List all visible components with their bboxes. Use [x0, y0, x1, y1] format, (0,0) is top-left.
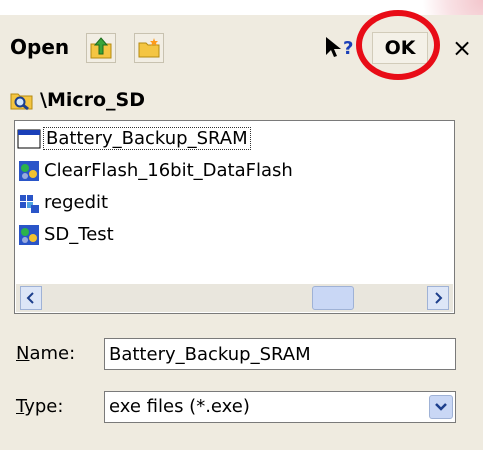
exe-app-icon [19, 160, 39, 181]
file-item-battery-backup-sram[interactable]: Battery_Backup_SRAM [17, 124, 251, 153]
svg-text:?: ? [343, 38, 353, 59]
type-label-text: ype: [24, 396, 64, 417]
file-type-value: exe files (*.exe) [109, 396, 250, 417]
type-label-accelerator: T [16, 396, 25, 417]
dialog-title: Open [10, 35, 70, 59]
scroll-thumb[interactable] [312, 286, 354, 310]
window-app-icon [17, 129, 41, 148]
new-folder-button[interactable] [134, 33, 164, 63]
new-folder-icon [138, 38, 160, 58]
current-path: \Micro_SD [10, 86, 145, 114]
file-name: ClearFlash_16bit_DataFlash [44, 160, 293, 181]
file-type-select[interactable]: exe files (*.exe) [104, 391, 456, 423]
type-label: Type: [16, 396, 63, 417]
name-label: Name: [16, 343, 75, 364]
file-name: regedit [44, 192, 109, 213]
help-button[interactable]: ? [322, 33, 358, 63]
whats-this-help-icon: ? [326, 37, 353, 59]
name-label-accelerator: N [16, 343, 30, 364]
chevron-down-icon [435, 403, 447, 411]
close-icon: × [451, 34, 473, 62]
chevron-left-icon [26, 292, 34, 304]
exe-app-icon [19, 224, 39, 245]
chevron-right-icon [435, 292, 443, 304]
file-name: SD_Test [44, 224, 114, 245]
file-item-regedit[interactable]: regedit [17, 188, 108, 217]
horizontal-scrollbar[interactable] [16, 284, 453, 312]
file-list[interactable]: Battery_Backup_SRAM ClearFlash_16bit_Dat… [14, 120, 455, 314]
up-folder-button[interactable] [86, 33, 116, 63]
file-name: Battery_Backup_SRAM [43, 127, 251, 150]
type-dropdown-button[interactable] [429, 395, 453, 419]
path-text: \Micro_SD [40, 89, 146, 111]
file-name-input[interactable] [104, 338, 456, 370]
up-folder-icon [90, 37, 112, 59]
name-label-text: ame: [29, 343, 76, 364]
close-button[interactable]: × [448, 33, 476, 63]
regedit-app-icon [20, 194, 39, 213]
file-item-clearflash[interactable]: ClearFlash_16bit_DataFlash [17, 156, 293, 185]
scroll-left-button[interactable] [20, 286, 42, 310]
scroll-right-button[interactable] [427, 286, 449, 310]
file-item-sd-test[interactable]: SD_Test [17, 220, 114, 249]
folder-search-icon [10, 93, 33, 111]
ok-button[interactable]: OK [372, 32, 428, 64]
